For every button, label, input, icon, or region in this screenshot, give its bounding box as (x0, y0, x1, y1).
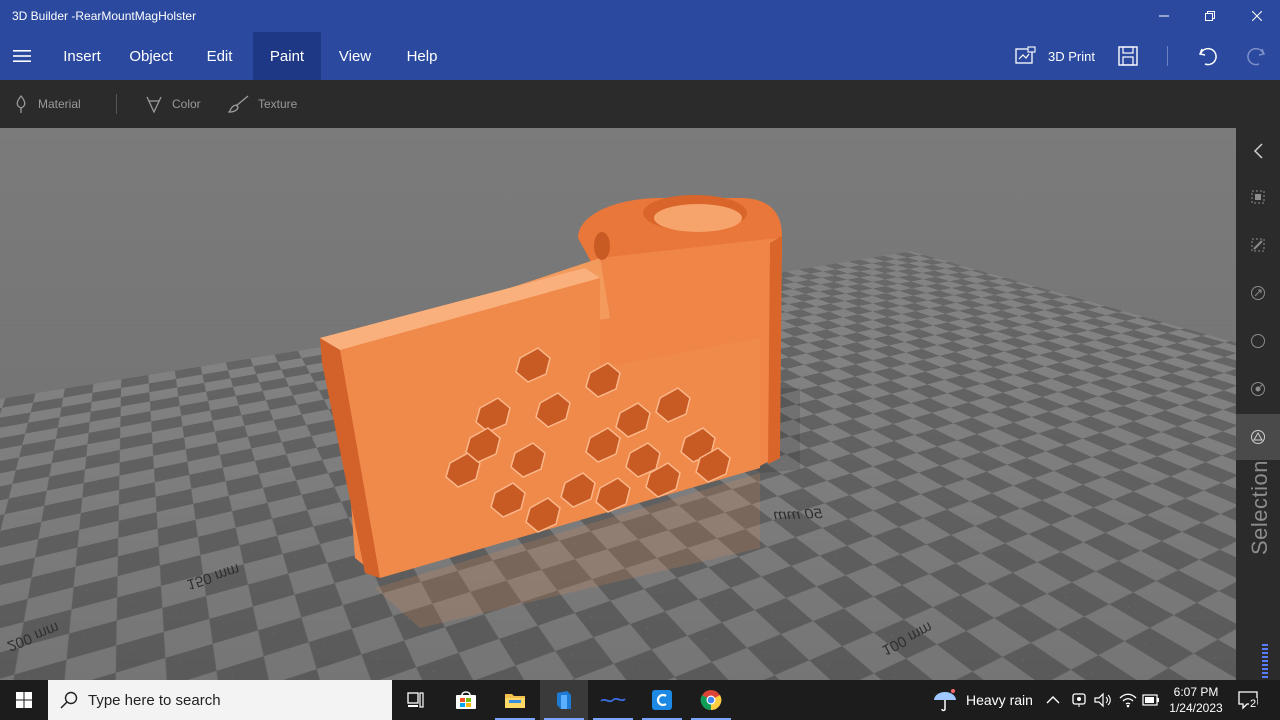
file-explorer-app[interactable] (491, 680, 539, 720)
menu-view[interactable]: View (327, 32, 383, 80)
menu-paint[interactable]: Paint (253, 32, 321, 80)
color-tool[interactable]: Color (144, 80, 201, 128)
taskbar-search-box[interactable]: Type here to search (48, 680, 392, 720)
notification-count: 2 (1249, 698, 1258, 710)
notification-center-button[interactable]: 2 (1238, 680, 1260, 720)
select-edges-icon (1251, 286, 1265, 300)
volume-button[interactable] (1094, 680, 1112, 720)
3d-model-mag-holster[interactable] (300, 168, 800, 628)
show-hidden-icons[interactable] (1046, 680, 1060, 720)
menu-edit[interactable]: Edit (192, 32, 247, 80)
material-label: Material (38, 97, 81, 111)
texture-tool[interactable]: Texture (228, 80, 297, 128)
3d-print-label: 3D Print (1048, 48, 1095, 64)
3d-builder-icon (557, 691, 571, 709)
app-icon (600, 697, 626, 703)
texture-label: Texture (258, 97, 298, 111)
toolbar-divider (116, 94, 117, 114)
select-mesh-button[interactable] (1236, 366, 1280, 412)
select-edges-button[interactable] (1236, 270, 1280, 316)
undo-icon (1198, 47, 1217, 66)
window-title: 3D Builder -RearMountMagHolster (12, 9, 197, 23)
save-icon (1118, 46, 1138, 66)
windows-logo-icon (16, 692, 32, 708)
select-objects-icon (1251, 190, 1265, 204)
collapse-panel-button[interactable] (1236, 128, 1280, 174)
clock-date: 1/24/2023 (1169, 701, 1223, 715)
select-faces-button[interactable] (1236, 222, 1280, 268)
webcam-icon (1072, 693, 1086, 707)
battery-button[interactable] (1142, 680, 1160, 720)
restore-icon (1205, 11, 1215, 21)
volume-icon (1094, 692, 1111, 708)
search-icon (60, 691, 78, 709)
3d-viewport[interactable]: 50 mm 100 mm 150 mm 200 mm (0, 128, 1236, 680)
select-faces-icon (1251, 238, 1265, 252)
menu-help[interactable]: Help (392, 32, 452, 80)
select-mode-button[interactable] (1236, 414, 1280, 460)
minimize-icon (1159, 15, 1169, 17)
save-button[interactable] (1118, 32, 1138, 80)
select-vertices-button[interactable] (1236, 318, 1280, 364)
title-bar: 3D Builder -RearMountMagHolster (0, 0, 1280, 32)
file-explorer-icon (505, 694, 525, 708)
clock-time: 6:07 PM (1173, 685, 1219, 699)
select-objects-button[interactable] (1236, 174, 1280, 220)
chrome-app[interactable] (687, 680, 735, 720)
task-view-icon (407, 692, 424, 708)
search-placeholder: Type here to search (88, 691, 221, 709)
hamburger-menu-button[interactable] (0, 32, 44, 80)
hamburger-icon (13, 50, 31, 62)
chrome-icon (700, 690, 722, 711)
heavy-rain-icon (934, 689, 956, 712)
weather-label: Heavy rain (966, 692, 1033, 708)
network-button[interactable] (1119, 680, 1137, 720)
menu-divider (1167, 46, 1168, 66)
material-icon (16, 94, 26, 113)
minimize-button[interactable] (1141, 0, 1187, 32)
panel-scroll-indicator[interactable] (1262, 644, 1268, 678)
close-button[interactable] (1234, 0, 1280, 32)
undo-button[interactable] (1197, 32, 1219, 80)
menu-bar: Insert Object Edit Paint View Help 3D Pr… (0, 32, 1280, 80)
3d-builder-app[interactable] (540, 680, 588, 720)
select-mode-icon (1251, 430, 1265, 444)
material-tool[interactable]: Material (12, 80, 81, 128)
paint-toolbar: Material Color Texture (0, 80, 1280, 128)
cortana-icon (652, 690, 672, 710)
menu-object[interactable]: Object (116, 32, 186, 80)
color-bucket-icon (146, 96, 162, 114)
battery-icon (1142, 694, 1159, 706)
collapse-arrow-icon (1253, 143, 1263, 159)
restore-button[interactable] (1187, 0, 1233, 32)
store-icon (456, 691, 476, 709)
wifi-icon (1119, 693, 1137, 708)
selection-panel-label: Selection (1247, 459, 1272, 555)
taskbar: Type here to search Heavy rain 6:07 PM 1… (0, 680, 1280, 720)
weather-widget[interactable]: Heavy rain (932, 680, 1033, 720)
3d-print-button[interactable]: 3D Print (1015, 32, 1095, 80)
close-icon (1252, 11, 1262, 21)
3d-print-icon (1015, 46, 1036, 64)
color-label: Color (172, 97, 201, 111)
store-app[interactable] (442, 680, 490, 720)
redo-button[interactable] (1245, 32, 1267, 80)
select-mesh-icon (1251, 382, 1265, 396)
start-button[interactable] (0, 680, 48, 720)
cortana-app[interactable] (638, 680, 686, 720)
menu-insert[interactable]: Insert (48, 32, 116, 80)
task-view-button[interactable] (392, 680, 440, 720)
taskbar-clock[interactable]: 6:07 PM 1/24/2023 (1163, 684, 1229, 716)
chevron-up-icon (1046, 696, 1060, 704)
selection-panel (1236, 128, 1280, 680)
select-vertices-icon (1251, 334, 1265, 348)
texture-brush-icon (228, 95, 249, 113)
taskbar-app[interactable] (589, 680, 637, 720)
meet-now-button[interactable] (1071, 680, 1087, 720)
redo-icon (1247, 47, 1266, 66)
